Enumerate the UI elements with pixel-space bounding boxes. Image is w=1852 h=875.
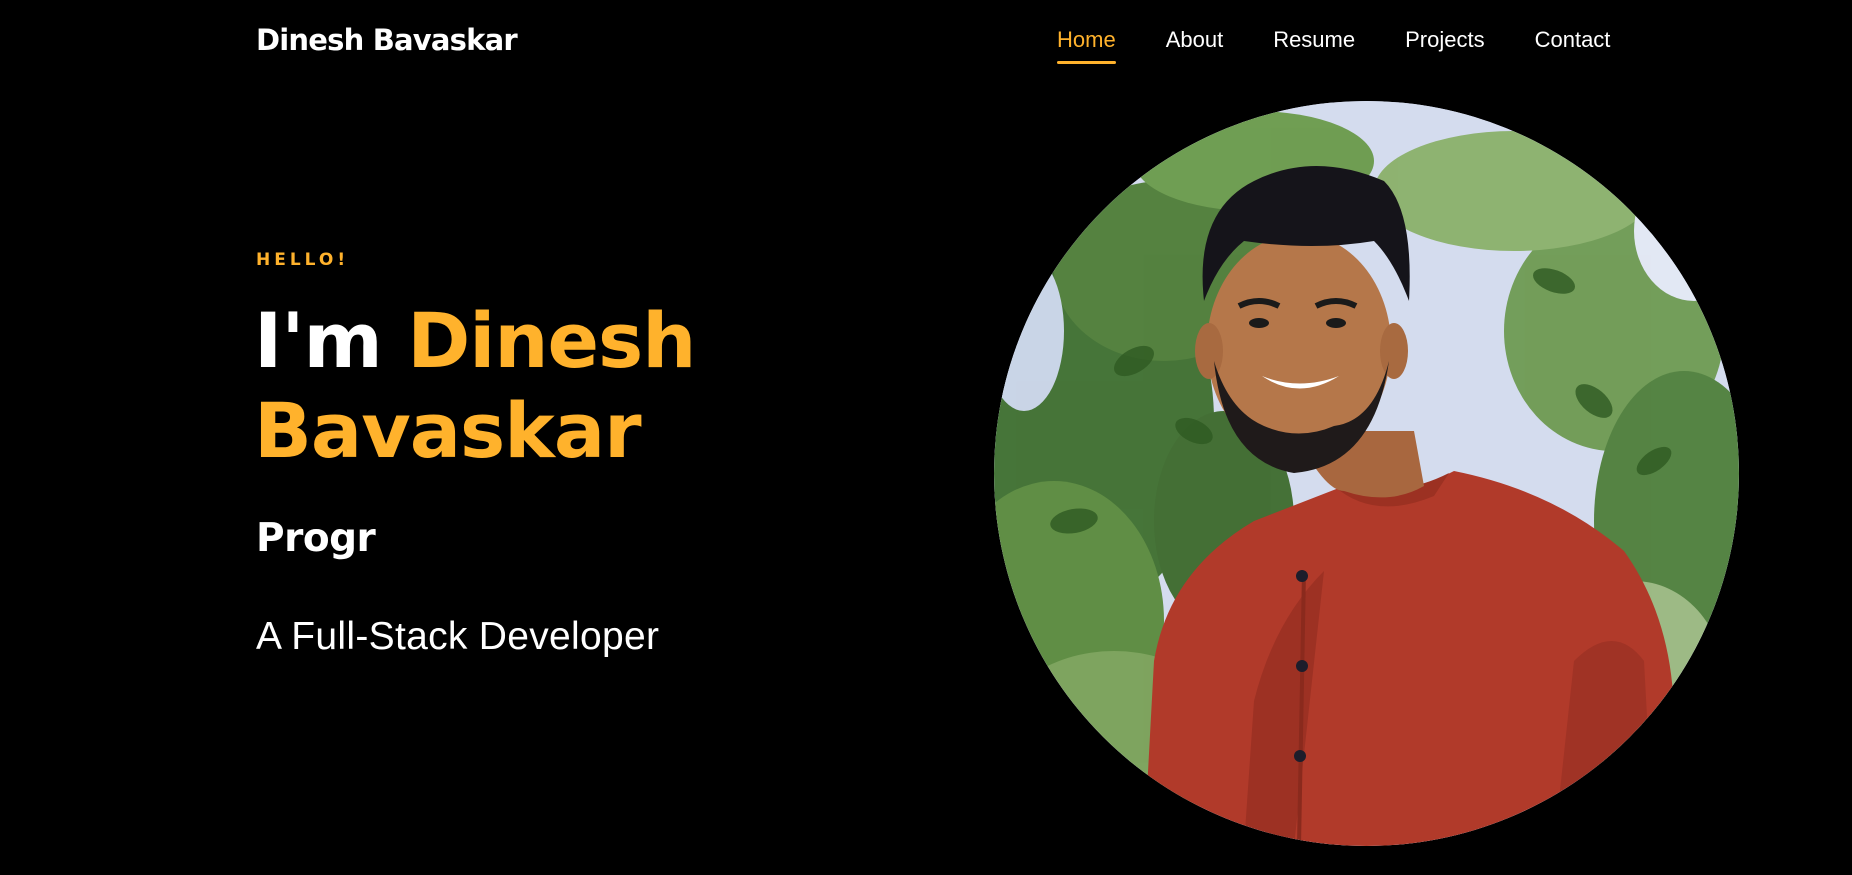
nav-link-label: Home bbox=[1057, 27, 1116, 52]
hero-greeting: HELLO! bbox=[256, 250, 350, 270]
site-logo[interactable]: Dinesh Bavaskar bbox=[256, 20, 518, 60]
nav-link-label: About bbox=[1165, 27, 1224, 52]
nav-link-label: Contact bbox=[1534, 27, 1611, 52]
page: Dinesh Bavaskar Home About Resume Projec… bbox=[0, 0, 1852, 875]
profile-photo-illustration bbox=[994, 101, 1739, 846]
nav-link-label: Projects bbox=[1405, 27, 1485, 52]
main-nav: Home About Resume Projects Contact bbox=[1057, 22, 1611, 64]
nav-link-resume[interactable]: Resume bbox=[1273, 22, 1355, 62]
hero-first-name: Dinesh bbox=[407, 296, 696, 385]
nav-link-contact[interactable]: Contact bbox=[1535, 22, 1611, 62]
nav-link-label: Resume bbox=[1273, 27, 1356, 52]
active-nav-indicator bbox=[1057, 61, 1116, 64]
nav-link-projects[interactable]: Projects bbox=[1405, 22, 1484, 62]
hero-last-name: Bavaskar bbox=[254, 386, 642, 475]
profile-photo bbox=[994, 101, 1739, 846]
hero-role: A Full-Stack Developer bbox=[256, 615, 660, 658]
nav-link-about[interactable]: About bbox=[1166, 22, 1224, 62]
hero-headline: I'm Dinesh Bavaskar bbox=[254, 296, 696, 476]
headline-prefix: I'm bbox=[254, 296, 383, 385]
typing-text: Progr bbox=[256, 516, 376, 561]
nav-link-home[interactable]: Home bbox=[1057, 22, 1116, 64]
